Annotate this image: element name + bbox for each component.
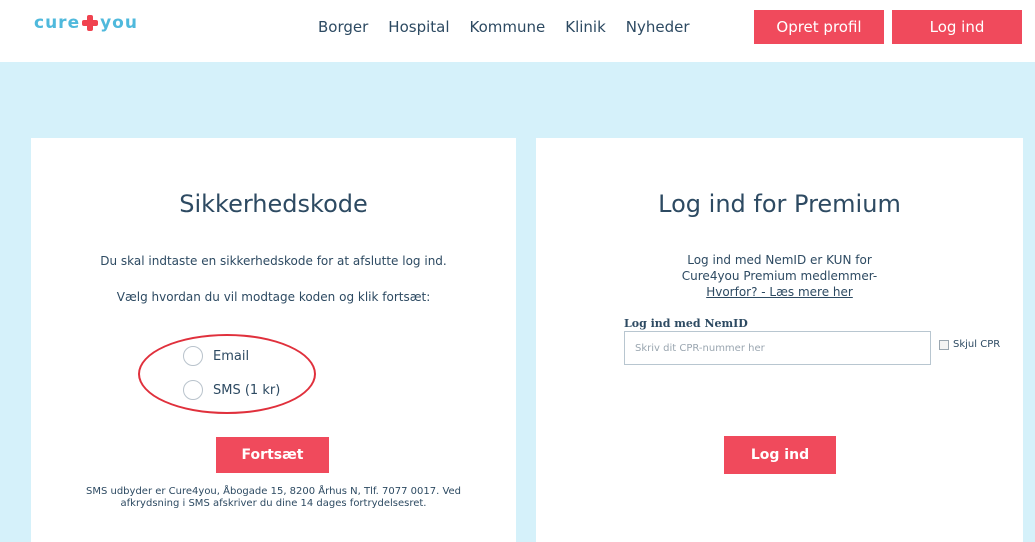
nav-nyheder[interactable]: Nyheder — [626, 18, 690, 36]
top-header: cure you Borger Hospital Kommune Klinik … — [0, 0, 1035, 62]
security-code-title: Sikkerhedskode — [179, 190, 368, 218]
cure4you-logo[interactable]: cure you — [34, 12, 138, 34]
security-code-panel: Sikkerhedskode Du skal indtaste en sikke… — [31, 138, 516, 542]
sms-footnote: SMS udbyder er Cure4you, Åbogade 15, 820… — [85, 486, 462, 509]
hide-cpr-checkbox[interactable] — [939, 339, 949, 350]
logo-text-left: cure — [34, 13, 81, 33]
continue-button[interactable]: Fortsæt — [216, 437, 329, 473]
email-option[interactable]: Email — [183, 346, 249, 366]
premium-login-title: Log ind for Premium — [658, 190, 901, 218]
security-instruction-1: Du skal indtaste en sikkerhedskode for a… — [100, 254, 447, 268]
email-option-label: Email — [213, 348, 250, 364]
sms-option[interactable]: SMS (1 kr) — [183, 380, 280, 400]
create-profile-button[interactable]: Opret profil — [754, 10, 884, 44]
premium-info: Log ind med NemID er KUN for Cure4you Pr… — [536, 252, 1023, 300]
cpr-input[interactable] — [624, 331, 931, 365]
nemid-label: Log ind med NemID — [624, 317, 748, 330]
logo-text-right: you — [100, 13, 138, 33]
nav-hospital[interactable]: Hospital — [388, 18, 449, 36]
logo-cross-icon — [82, 15, 99, 31]
premium-info-line-1: Log ind med NemID er KUN for — [687, 253, 872, 267]
hide-cpr-label: Skjul CPR — [953, 339, 1001, 350]
sms-option-label: SMS (1 kr) — [213, 382, 281, 398]
premium-login-panel: Log ind for Premium Log ind med NemID er… — [536, 138, 1023, 542]
email-radio[interactable] — [183, 346, 203, 366]
hide-cpr-option[interactable]: Skjul CPR — [939, 339, 1000, 350]
nav-kommune[interactable]: Kommune — [470, 18, 546, 36]
read-more-link[interactable]: Hvorfor? - Læs mere her — [706, 285, 853, 299]
nav-klinik[interactable]: Klinik — [565, 18, 606, 36]
main-nav: Borger Hospital Kommune Klinik Nyheder — [318, 18, 690, 36]
sms-radio[interactable] — [183, 380, 203, 400]
nav-borger[interactable]: Borger — [318, 18, 368, 36]
premium-info-line-2: Cure4you Premium medlemmer- — [681, 269, 878, 283]
header-login-button[interactable]: Log ind — [892, 10, 1022, 44]
security-instruction-2: Vælg hvordan du vil modtage koden og kli… — [116, 290, 431, 304]
premium-login-button[interactable]: Log ind — [724, 436, 836, 474]
